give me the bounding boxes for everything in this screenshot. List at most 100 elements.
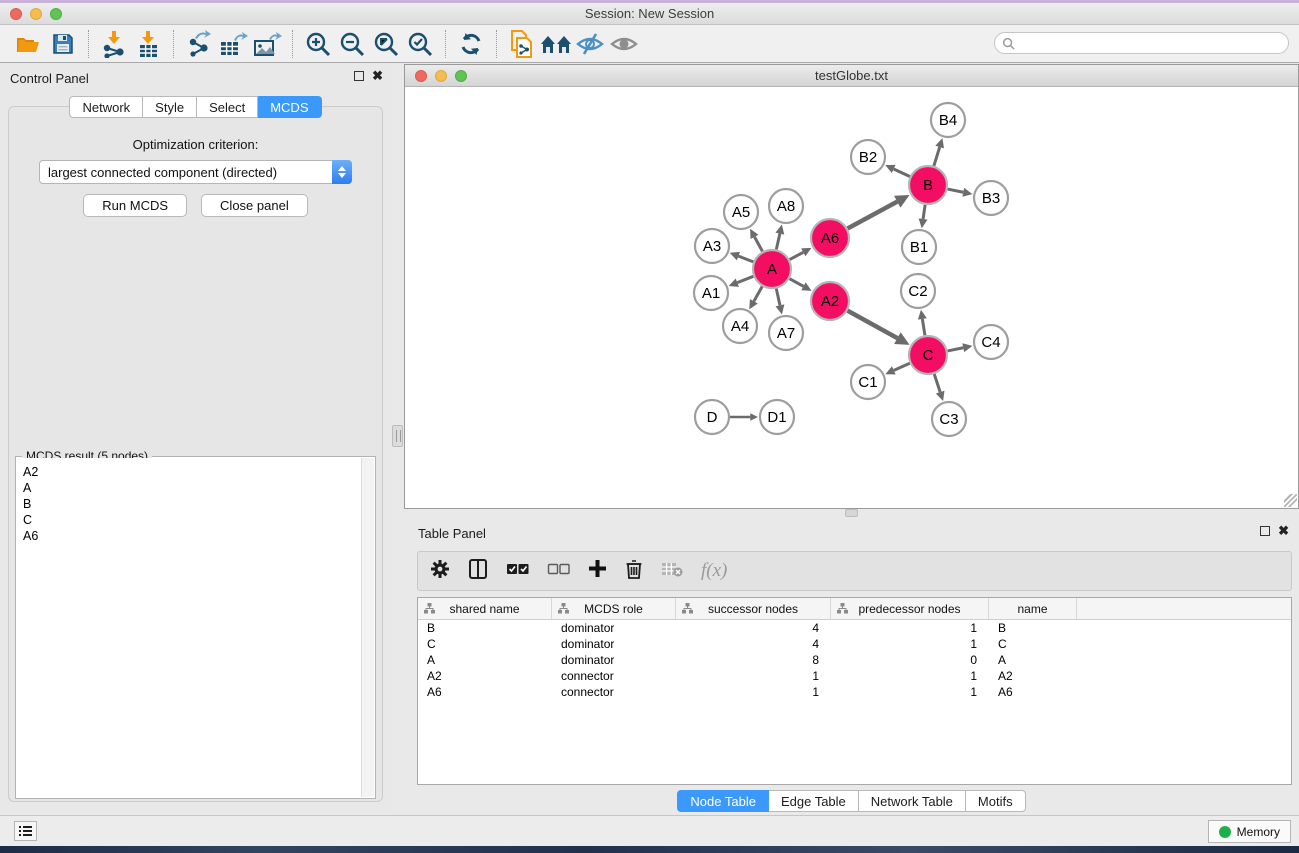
graph-edge-A-A7[interactable]: [776, 289, 780, 306]
horizontal-split-grip[interactable]: [845, 509, 858, 517]
eye-icon[interactable]: [607, 28, 641, 60]
import-table-icon[interactable]: [131, 28, 165, 60]
mcds-result-item[interactable]: B: [23, 496, 361, 512]
column-header-name[interactable]: name: [989, 598, 1077, 619]
folder-open-icon[interactable]: [12, 28, 46, 60]
mcds-result-item[interactable]: A: [23, 480, 361, 496]
tab-mcds[interactable]: MCDS: [258, 96, 321, 118]
clone-network-document-icon[interactable]: [505, 28, 539, 60]
houses-icon[interactable]: [539, 28, 573, 60]
graph-edge-C-C4[interactable]: [948, 348, 964, 351]
search-field[interactable]: [994, 32, 1289, 54]
table-cell[interactable]: 0: [831, 652, 989, 668]
graph-edge-A-A3[interactable]: [738, 256, 753, 262]
tab-network[interactable]: Network: [69, 96, 143, 118]
table-cell[interactable]: C: [418, 636, 552, 652]
table-cell[interactable]: connector: [552, 684, 676, 700]
graph-edge-B-B4[interactable]: [934, 147, 940, 166]
deselect-all-checkboxes-icon[interactable]: [547, 562, 570, 581]
table-row[interactable]: A2connector11A2: [418, 668, 1291, 684]
graph-node-B3[interactable]: B3: [974, 181, 1008, 215]
graph-node-B1[interactable]: B1: [902, 230, 936, 264]
mcds-result-item[interactable]: C: [23, 512, 361, 528]
network-window-titlebar[interactable]: testGlobe.txt: [405, 65, 1298, 87]
graph-edge-A-A4[interactable]: [754, 286, 762, 301]
table-cell[interactable]: 1: [831, 668, 989, 684]
window-resize-grip[interactable]: [1284, 494, 1297, 507]
graph-edge-A6-B[interactable]: [848, 202, 898, 229]
split-columns-icon[interactable]: [468, 559, 488, 584]
table-cell[interactable]: 1: [831, 684, 989, 700]
graph-node-D1[interactable]: D1: [760, 400, 794, 434]
vertical-split-grip[interactable]: [392, 425, 403, 447]
import-network-icon[interactable]: [97, 28, 131, 60]
tab-node-table[interactable]: Node Table: [677, 790, 769, 812]
export-network-icon[interactable]: [182, 28, 216, 60]
floppy-save-icon[interactable]: [46, 28, 80, 60]
graph-node-D[interactable]: D: [695, 400, 729, 434]
select-all-checkboxes-icon[interactable]: [506, 562, 529, 581]
graph-edge-A-A6[interactable]: [790, 252, 804, 259]
table-cell[interactable]: 4: [676, 620, 831, 636]
graph-node-A5[interactable]: A5: [724, 195, 758, 229]
task-history-button[interactable]: [14, 821, 37, 841]
column-header-successor-nodes[interactable]: successor nodes: [676, 598, 831, 619]
mcds-result-item[interactable]: A2: [23, 464, 361, 480]
graph-node-B[interactable]: B: [909, 166, 947, 204]
table-cell[interactable]: A2: [989, 668, 1077, 684]
table-cell[interactable]: dominator: [552, 620, 676, 636]
table-row[interactable]: Bdominator41B: [418, 620, 1291, 636]
float-panel-icon[interactable]: [354, 71, 364, 81]
graph-node-C1[interactable]: C1: [851, 365, 885, 399]
graph-node-A8[interactable]: A8: [769, 189, 803, 223]
graph-node-A1[interactable]: A1: [694, 276, 728, 310]
graph-node-A6[interactable]: A6: [811, 219, 849, 257]
delete-table-icon[interactable]: [661, 561, 683, 582]
gear-icon[interactable]: [430, 559, 450, 584]
graph-edge-B-B2[interactable]: [894, 169, 910, 177]
export-table-icon[interactable]: [216, 28, 250, 60]
table-cell[interactable]: dominator: [552, 636, 676, 652]
function-builder-icon[interactable]: f(x): [701, 560, 727, 582]
table-cell[interactable]: 1: [676, 668, 831, 684]
zoom-out-icon[interactable]: [335, 28, 369, 60]
graph-node-B4[interactable]: B4: [931, 103, 965, 137]
network-canvas[interactable]: B4B2BB3A8A5A6A3B1AC2A1A2A4A7C4CC1C3DD1: [405, 88, 1298, 508]
table-cell[interactable]: C: [989, 636, 1077, 652]
tab-network-table[interactable]: Network Table: [859, 790, 966, 812]
close-panel-icon[interactable]: ✖: [372, 71, 383, 81]
table-cell[interactable]: B: [989, 620, 1077, 636]
tab-style[interactable]: Style: [143, 96, 197, 118]
zoom-fit-icon[interactable]: [369, 28, 403, 60]
table-row[interactable]: Adominator80A: [418, 652, 1291, 668]
refresh-arrows-icon[interactable]: [454, 28, 488, 60]
export-image-icon[interactable]: [250, 28, 284, 60]
trash-icon[interactable]: [625, 559, 643, 584]
graph-node-A7[interactable]: A7: [769, 316, 803, 350]
graph-edge-C-C2[interactable]: [922, 319, 925, 335]
table-cell[interactable]: 1: [831, 636, 989, 652]
close-panel-icon[interactable]: ✖: [1278, 526, 1289, 536]
table-cell[interactable]: B: [418, 620, 552, 636]
search-input[interactable]: [1019, 36, 1288, 50]
table-row[interactable]: Cdominator41C: [418, 636, 1291, 652]
graph-edge-C-C3[interactable]: [934, 374, 940, 392]
table-cell[interactable]: 1: [831, 620, 989, 636]
table-cell[interactable]: connector: [552, 668, 676, 684]
zoom-in-icon[interactable]: [301, 28, 335, 60]
zoom-selected-icon[interactable]: [403, 28, 437, 60]
run-mcds-button[interactable]: Run MCDS: [83, 194, 187, 217]
graph-node-C4[interactable]: C4: [974, 325, 1008, 359]
table-cell[interactable]: 1: [676, 684, 831, 700]
column-header-predecessor-nodes[interactable]: predecessor nodes: [831, 598, 989, 619]
graph-node-A2[interactable]: A2: [811, 282, 849, 320]
criterion-select[interactable]: largest connected component (directed): [39, 160, 352, 184]
graph-edge-A-A5[interactable]: [755, 237, 763, 252]
memory-button[interactable]: Memory: [1208, 820, 1291, 843]
graph-edge-B-B3[interactable]: [948, 189, 964, 192]
graph-edge-A-A2[interactable]: [790, 279, 804, 287]
graph-node-A3[interactable]: A3: [695, 229, 729, 263]
graph-node-B2[interactable]: B2: [851, 140, 885, 174]
graph-node-C2[interactable]: C2: [901, 274, 935, 308]
table-cell[interactable]: A6: [989, 684, 1077, 700]
